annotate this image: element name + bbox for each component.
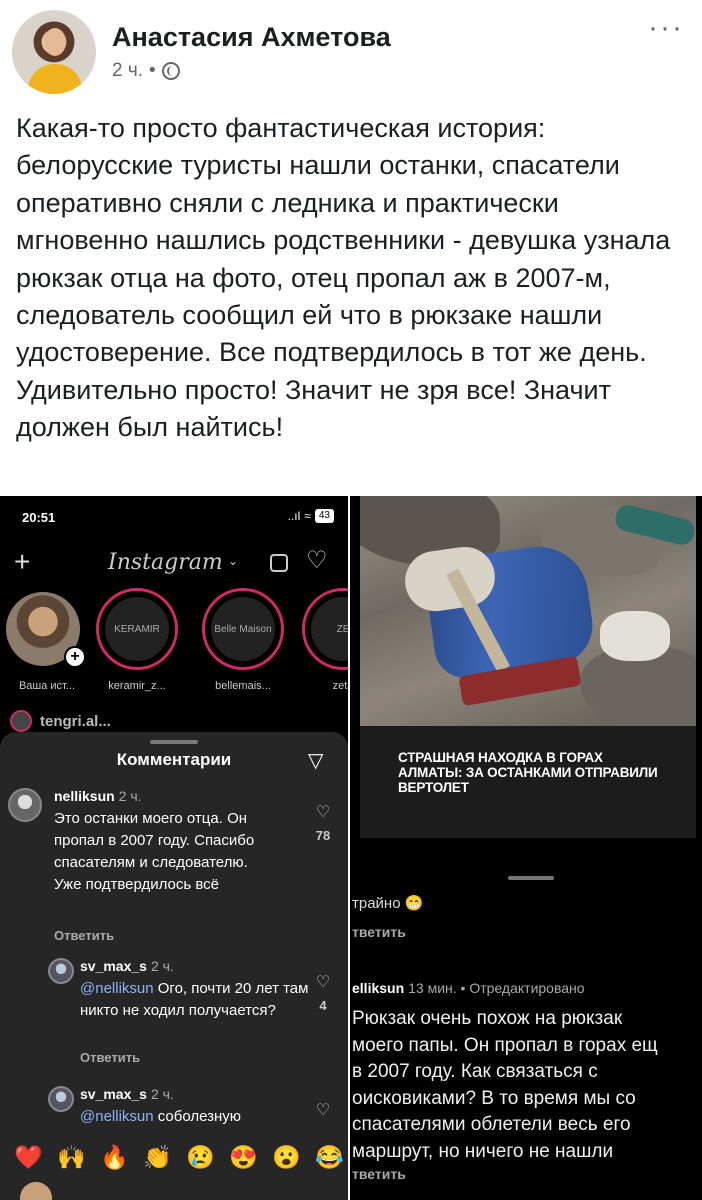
emoji-heart-eyes[interactable]: 😍 [229, 1144, 258, 1171]
reels-icon[interactable] [270, 554, 288, 572]
more-options-icon[interactable]: ··· [648, 13, 684, 43]
chevron-down-icon[interactable]: ⌄ [228, 554, 238, 568]
comment-meta: 13 мин. • Отредактировано [408, 980, 585, 996]
comment-username[interactable]: elliksun [352, 980, 404, 996]
story-own[interactable]: + Ваша ист... [2, 588, 92, 700]
comment-time: 2 ч. [150, 958, 174, 974]
status-bar: 20:51 ..ıl ≈ 43 [0, 496, 348, 536]
commenter-avatar[interactable] [48, 1086, 74, 1112]
heart-icon[interactable]: ♡ [308, 1100, 338, 1120]
reply-item: sv_max_s 2 ч. @nelliksun Ого, почти 20 ле… [48, 958, 348, 1078]
reply-button[interactable]: Ответить [54, 928, 114, 943]
like-control[interactable]: ♡ 4 [308, 972, 338, 1013]
plus-icon[interactable]: + [14, 546, 30, 578]
news-card[interactable]: Страшная находка в горах Алматы: за оста… [360, 496, 696, 838]
battery-icon: 43 [314, 509, 334, 523]
previous-comment-tail: трайно 😁 [352, 895, 424, 912]
comment-time: 2 ч. [118, 788, 142, 804]
author-name[interactable]: Анастасия Ахметова [112, 22, 391, 53]
reply-button[interactable]: Ответить [80, 1050, 140, 1065]
mention-link[interactable]: @nelliksun [80, 1108, 154, 1125]
comment-header: sv_max_s 2 ч. [80, 958, 174, 974]
sheet-handle[interactable] [150, 740, 198, 744]
like-count: 78 [315, 828, 331, 843]
emoji-raised-hands[interactable]: 🙌 [57, 1144, 86, 1171]
story-avatar: KERAMIR [105, 597, 169, 661]
reply-button[interactable]: тветить [352, 924, 406, 940]
comment-text: Рюкзак очень похож на рюкзак моего папы.… [352, 1008, 658, 1162]
comment-header: elliksun 13 мин. • Отредактировано [352, 980, 585, 996]
news-headline: Страшная находка в горах Алматы: за оста… [398, 750, 658, 795]
comment-text: @nelliksun соболезную [80, 1108, 242, 1125]
story-label: zeta [332, 680, 348, 692]
sheet-handle[interactable] [508, 876, 554, 880]
reply-button[interactable]: тветить [352, 1166, 406, 1182]
like-control[interactable]: ♡ 78 [308, 802, 338, 843]
feed-avatar [10, 710, 32, 732]
news-comment-screenshot: Страшная находка в горах Алматы: за оста… [350, 496, 702, 1200]
feed-username: tengri.al... [40, 712, 111, 730]
globe-icon [161, 62, 180, 80]
heart-icon[interactable]: ♡ [308, 972, 338, 992]
story-label: keramir_z... [108, 680, 166, 692]
comments-title: Комментарии [116, 750, 232, 769]
post-meta: 2 ч. • [112, 60, 180, 82]
story-label: bellemais... [215, 680, 271, 692]
commenter-avatar[interactable] [8, 788, 42, 822]
comment-text: Это останки моего отца. Он пропал в 2007… [54, 810, 255, 893]
instagram-logo[interactable]: Instagram [108, 550, 223, 575]
like-count: 4 [319, 998, 327, 1013]
status-icons: ..ıl ≈ 43 [288, 509, 334, 523]
reply-item: sv_max_s 2 ч. @nelliksun соболезную ♡ [48, 1086, 348, 1146]
story-bellemais[interactable]: Belle Maison bellemais... [198, 588, 288, 700]
post-time[interactable]: 2 ч. [112, 60, 143, 82]
comment-header: nelliksun 2 ч. [54, 788, 142, 804]
emoji-fire[interactable]: 🔥 [100, 1144, 129, 1171]
comment-username[interactable]: sv_max_s [80, 1086, 147, 1102]
like-control[interactable]: ♡ [308, 1100, 338, 1120]
emoji-heart[interactable]: ❤️ [14, 1144, 43, 1171]
feed-post-author[interactable]: tengri.al... [10, 710, 111, 732]
current-user-avatar [20, 1182, 52, 1200]
post-header: Анастасия Ахметова 2 ч. • ··· [0, 0, 702, 100]
stories-row: + Ваша ист... KERAMIR keramir_z... Belle… [0, 588, 348, 718]
comment-item: nelliksun 2 ч. Это останки моего отца. Он… [8, 788, 330, 948]
emoji-surprised[interactable]: 😮 [272, 1144, 301, 1171]
emoji-reactions: ❤️ 🙌 🔥 👏 😢 😍 😮 😂 [14, 1144, 344, 1171]
story-keramir[interactable]: KERAMIR keramir_z... [92, 588, 182, 700]
instagram-topbar: + Instagram ⌄ ♡ [0, 540, 348, 584]
add-story-icon[interactable]: + [64, 646, 86, 668]
status-time: 20:51 [22, 510, 56, 525]
heart-icon[interactable]: ♡ [306, 546, 328, 575]
story-zeta[interactable]: ZE zeta [298, 588, 348, 700]
comment-username[interactable]: sv_max_s [80, 958, 147, 974]
comment-text: @nelliksun Ого, почти 20 лет там никто н… [80, 980, 309, 1019]
post-text: Какая-то просто фантастическая история: … [16, 113, 671, 443]
emoji-laughing[interactable]: 😂 [315, 1144, 344, 1171]
meta-separator: • [149, 60, 156, 81]
story-avatar: ZE [311, 597, 348, 661]
news-photo [360, 496, 696, 726]
comment-username[interactable]: nelliksun [54, 788, 115, 804]
story-label: Ваша ист... [18, 680, 76, 692]
wifi-icon: ≈ [304, 509, 311, 523]
emoji-clap[interactable]: 👏 [143, 1144, 172, 1171]
comments-sheet: Комментарии ▽ nelliksun 2 ч. Это останки … [0, 732, 348, 1200]
story-avatar: Belle Maison [211, 597, 275, 661]
heart-icon[interactable]: ♡ [308, 802, 338, 822]
mention-link[interactable]: @nelliksun [80, 980, 154, 997]
signal-icon: ..ıl [287, 509, 301, 523]
instagram-screenshot: 20:51 ..ıl ≈ 43 + Instagram ⌄ ♡ + Ваша и… [0, 496, 348, 1200]
commenter-avatar[interactable] [48, 958, 74, 984]
filter-icon[interactable]: ▽ [308, 748, 323, 773]
comment-header: sv_max_s 2 ч. [80, 1086, 174, 1102]
comment-time: 2 ч. [150, 1086, 174, 1102]
author-avatar[interactable] [12, 10, 96, 94]
emoji-cry[interactable]: 😢 [186, 1144, 215, 1171]
